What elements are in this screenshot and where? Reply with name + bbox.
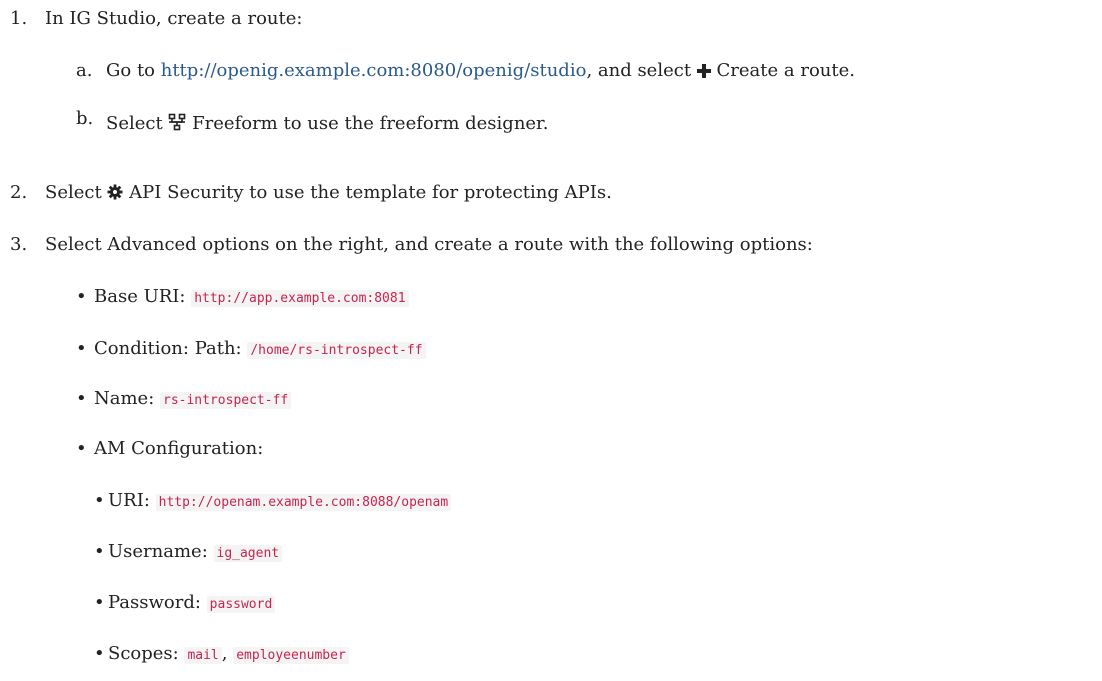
substep-b-pre: Select <box>106 113 169 134</box>
scope-mail-value: mail <box>184 647 222 664</box>
step-2-number: 2. <box>10 182 28 203</box>
option-label: Name: <box>94 388 160 409</box>
option-label: AM Configuration: <box>94 438 264 459</box>
base-uri-value: http://app.example.com:8081 <box>191 290 409 307</box>
step-2-text: Select API Security to use the template … <box>45 182 612 205</box>
bullet: • <box>76 438 87 459</box>
option-label: Scopes: <box>108 643 185 664</box>
list-item: Name: rs-introspect-ff <box>94 388 292 409</box>
plus-icon <box>696 62 711 83</box>
step-1-text: In IG Studio, create a route: <box>45 8 303 29</box>
step-1-number: 1. <box>10 8 28 29</box>
list-item: Password: password <box>108 592 276 613</box>
list-item: Base URI: http://app.example.com:8081 <box>94 286 409 307</box>
bullet: • <box>76 286 87 307</box>
step-2-pre: Select <box>45 182 108 203</box>
freeform-icon <box>168 113 186 136</box>
step-3-text: Select Advanced options on the right, an… <box>45 234 813 255</box>
scope-separator: , <box>221 643 234 664</box>
bullet: • <box>94 592 105 613</box>
bullet: • <box>94 490 105 511</box>
bullet: • <box>76 388 87 409</box>
substep-b-text: Select Freeform to use the freeform desi… <box>106 113 548 136</box>
create-route-label: Create a route. <box>716 60 855 81</box>
option-label: URI: <box>108 490 156 511</box>
step-3-number: 3. <box>10 234 28 255</box>
studio-link[interactable]: http://openig.example.com:8080/openig/st… <box>161 60 587 81</box>
option-label: Username: <box>108 541 214 562</box>
list-item: Condition: Path: /home/rs-introspect-ff <box>94 338 426 359</box>
name-value: rs-introspect-ff <box>160 392 292 409</box>
bullet: • <box>76 338 87 359</box>
list-item: Username: ig_agent <box>108 541 283 562</box>
list-item: URI: http://openam.example.com:8088/open… <box>108 490 452 511</box>
bullet: • <box>94 643 105 664</box>
condition-path-value: /home/rs-introspect-ff <box>247 342 426 359</box>
substep-a-letter: a. <box>76 60 93 81</box>
list-item: Scopes: mail, employeenumber <box>108 643 349 664</box>
option-label: Password: <box>108 592 207 613</box>
api-security-label: API Security to use the template for pro… <box>129 182 612 203</box>
freeform-label: Freeform to use the freeform designer. <box>192 113 549 134</box>
substep-a-text: Go to http://openig.example.com:8080/ope… <box>106 60 855 83</box>
substep-b-letter: b. <box>76 108 94 129</box>
am-uri-value: http://openam.example.com:8088/openam <box>155 494 452 511</box>
scope-employeenumber-value: employeenumber <box>233 647 349 664</box>
option-label: Base URI: <box>94 286 192 307</box>
bullet: • <box>94 541 105 562</box>
gear-icon <box>107 184 123 205</box>
substep-a-mid: , and select <box>586 60 697 81</box>
option-label: Condition: Path: <box>94 338 248 359</box>
list-item: AM Configuration: <box>94 438 263 459</box>
username-value: ig_agent <box>213 545 283 562</box>
substep-a-pre: Go to <box>106 60 161 81</box>
password-value: password <box>206 596 276 613</box>
